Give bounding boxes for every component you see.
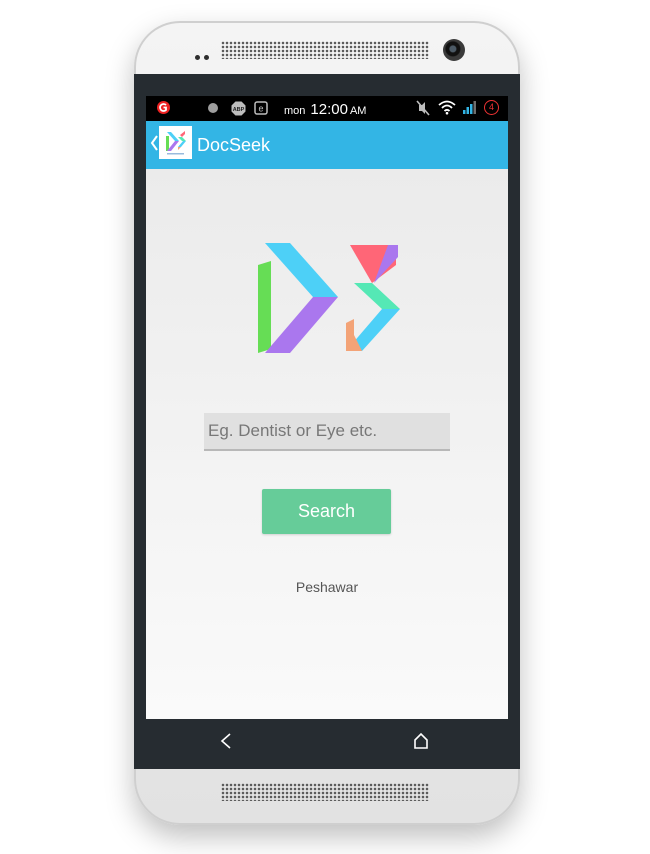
svg-text:ABP: ABP bbox=[233, 107, 245, 113]
status-time: 12:00 bbox=[310, 101, 348, 118]
app-icon[interactable] bbox=[159, 126, 192, 159]
signal-icon bbox=[463, 101, 476, 114]
bottom-speaker bbox=[221, 783, 429, 801]
battery-count-icon: 4 bbox=[484, 100, 499, 115]
docseek-logo bbox=[258, 243, 400, 353]
status-ampm: AM bbox=[349, 105, 367, 117]
back-icon[interactable] bbox=[218, 732, 234, 750]
light-sensor bbox=[204, 55, 209, 60]
home-icon[interactable] bbox=[413, 732, 429, 750]
record-icon bbox=[208, 103, 218, 113]
screen: ABP e mon 12:00 AM 4 DocSeek Eg. Dentist… bbox=[146, 96, 508, 719]
earpiece-speaker bbox=[221, 41, 429, 59]
app-notification-icon bbox=[157, 101, 170, 114]
status-bar: ABP e mon 12:00 AM 4 bbox=[146, 96, 508, 121]
status-clock: mon 12:00 AM bbox=[284, 101, 366, 118]
svg-text:e: e bbox=[258, 104, 263, 114]
app-logo-icon bbox=[166, 131, 186, 155]
abp-icon: ABP bbox=[231, 101, 246, 116]
action-bar: DocSeek bbox=[146, 121, 508, 169]
up-chevron-icon[interactable] bbox=[150, 135, 158, 151]
search-button[interactable]: Search bbox=[262, 489, 391, 534]
app-title: DocSeek bbox=[197, 135, 271, 155]
e-icon: e bbox=[254, 101, 268, 115]
search-input[interactable] bbox=[204, 413, 450, 451]
mute-icon bbox=[416, 100, 430, 116]
location-label: Peshawar bbox=[295, 579, 359, 595]
status-day: mon bbox=[284, 105, 306, 117]
wifi-icon bbox=[438, 100, 456, 115]
proximity-sensor bbox=[195, 55, 200, 60]
front-camera bbox=[443, 39, 465, 61]
